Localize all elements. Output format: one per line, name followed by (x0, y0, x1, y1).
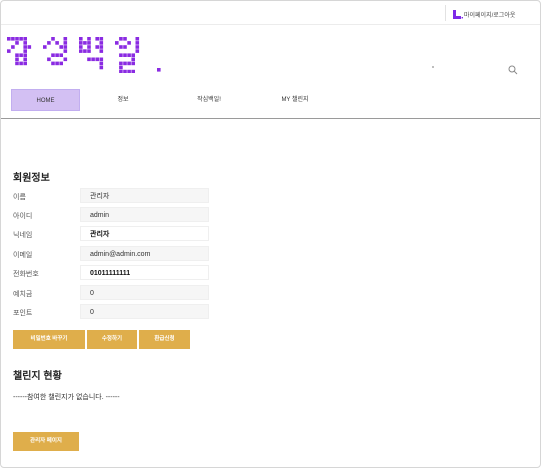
phone-input[interactable]: 01011111111 (80, 265, 209, 280)
field-label-points: 포인트 (13, 310, 33, 317)
mypage-link[interactable]: 마이페이지 (464, 13, 492, 19)
page-frame: 마이페이지/로그아웃 HOME 정보 작심백일! MY 챌린지 회원정보 이름 … (0, 0, 541, 468)
field-value-name: 관리자 (80, 188, 209, 203)
site-logo[interactable] (7, 37, 167, 78)
field-label-name: 이름 (13, 194, 26, 201)
main-nav: HOME 정보 작심백일! MY 챌린지 (1, 89, 540, 119)
divider (445, 5, 446, 21)
field-value-email: admin@admin.com (80, 246, 209, 261)
top-utility-bar: 마이페이지/로그아웃 (1, 1, 540, 25)
logo-mark (7, 37, 161, 74)
field-label-email: 이메일 (13, 252, 33, 259)
field-value-id: admin (80, 207, 209, 222)
challenge-status-title: 챌린지 현황 (13, 371, 62, 382)
mini-logo-icon (453, 10, 463, 19)
edit-button[interactable]: 수정하기 (87, 330, 137, 349)
field-value-points: 0 (80, 304, 209, 319)
nav-item-my-challenge[interactable]: MY 챌린지 (265, 89, 325, 111)
field-label-id: 아이디 (13, 213, 33, 220)
admin-page-button[interactable]: 관리자 페이지 (13, 432, 79, 451)
field-label-phone: 전화번호 (13, 271, 39, 278)
nickname-input[interactable]: 관리자 (80, 226, 209, 241)
nav-item-home[interactable]: HOME (11, 89, 80, 111)
change-password-button[interactable]: 비밀번호 바꾸기 (13, 330, 85, 349)
field-value-deposit: 0 (80, 285, 209, 300)
logout-link[interactable]: 로그아웃 (493, 13, 515, 19)
search-icon[interactable] (508, 65, 518, 75)
field-label-nickname: 닉네임 (13, 232, 33, 239)
member-info-title: 회원정보 (13, 173, 50, 184)
empty-challenge-message: ------참여한 챌린지가 없습니다. ------ (13, 394, 120, 401)
account-links: 마이페이지/로그아웃 (464, 10, 515, 19)
nav-item-info[interactable]: 정보 (101, 89, 145, 111)
decorative-dot (432, 66, 434, 68)
nav-item-challenge[interactable]: 작심백일! (181, 89, 237, 111)
field-label-deposit: 예치금 (13, 291, 33, 298)
refund-request-button[interactable]: 환급신청 (139, 330, 190, 349)
